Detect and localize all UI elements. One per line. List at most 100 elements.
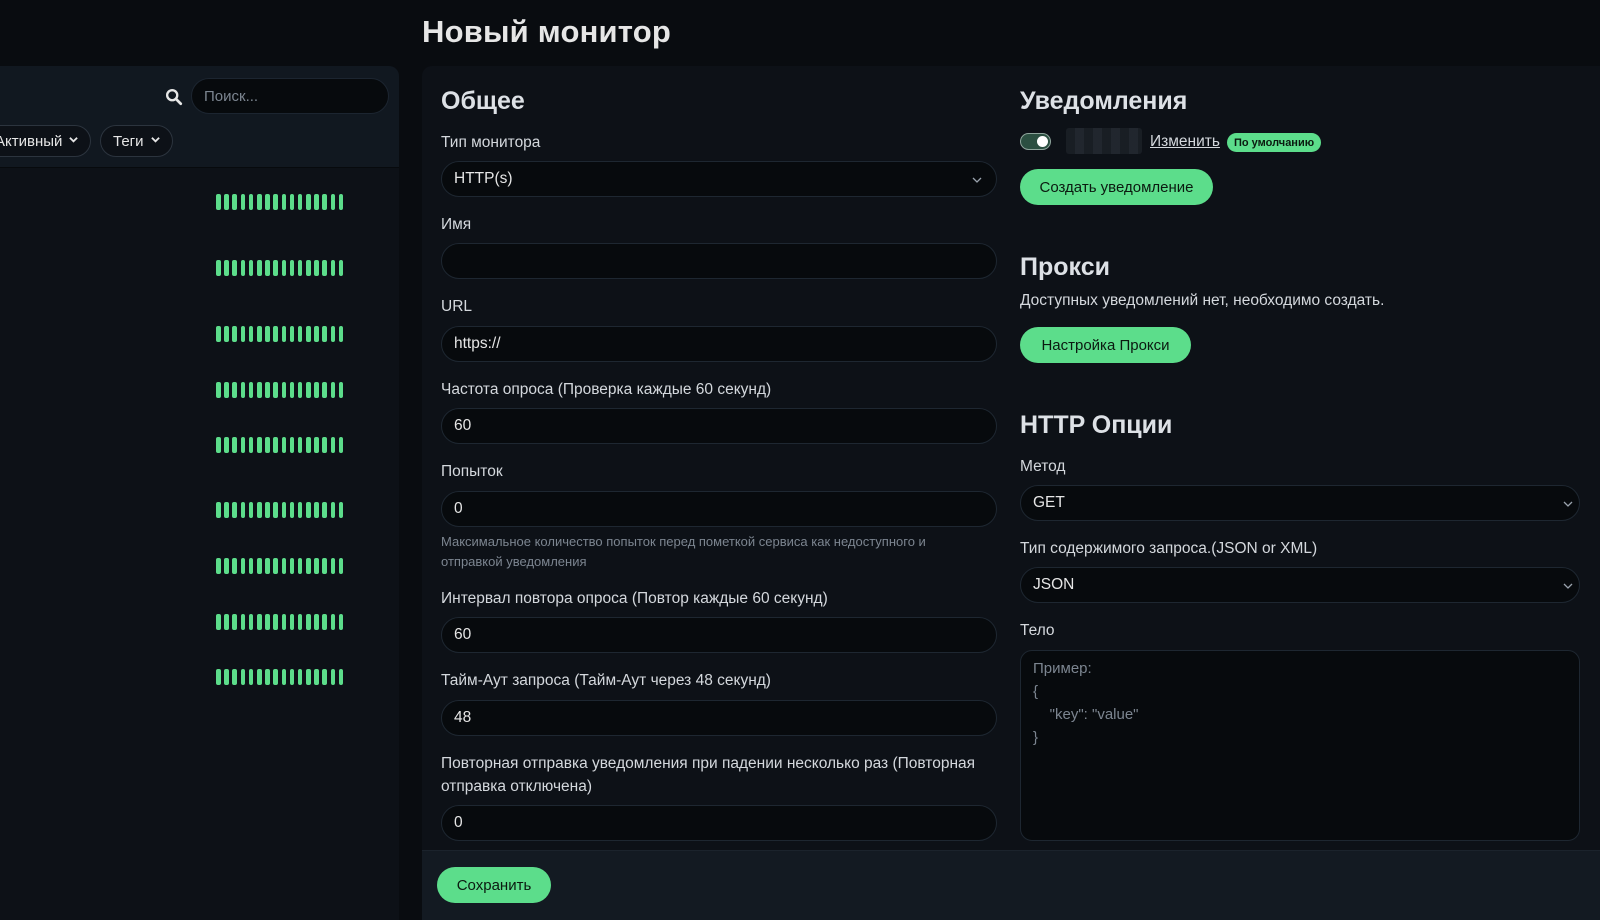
heartbeat-beat <box>232 558 237 574</box>
monitor-heartbeat-bar[interactable] <box>216 614 344 630</box>
retries-label: Попыток <box>441 463 503 480</box>
timeout-label: Тайм-Аут запроса (Тайм-Аут через 48 секу… <box>441 672 771 689</box>
heartbeat-beat <box>322 382 328 398</box>
heartbeat-beat <box>256 260 262 276</box>
url-input[interactable]: https:// <box>441 326 997 362</box>
heartbeat-beat <box>273 194 278 210</box>
retries-help-text: Максимальное количество попыток перед по… <box>441 534 926 569</box>
heartbeat-beat <box>322 669 328 685</box>
monitor-heartbeat-bar[interactable] <box>216 194 344 210</box>
body-encoding-label: Тип содержимого запроса.(JSON or XML) <box>1020 540 1318 557</box>
heartbeat-beat <box>338 614 344 630</box>
heartbeat-beat <box>248 260 254 276</box>
toggle-knob <box>1037 136 1048 147</box>
heartbeat-beat <box>330 194 336 210</box>
heartbeat-beat <box>248 326 254 342</box>
body-textarea[interactable]: Пример: { "key": "value" } <box>1020 650 1580 841</box>
heartbeat-beat <box>240 502 246 518</box>
chevron-down-icon <box>69 136 79 143</box>
method-select[interactable]: GET <box>1020 485 1580 521</box>
heartbeat-beat <box>248 614 254 630</box>
name-input[interactable] <box>441 243 997 279</box>
body-encoding-select[interactable]: JSON <box>1020 567 1580 603</box>
resend-value: 0 <box>454 814 463 831</box>
heartbeat-beat <box>248 382 254 398</box>
method-label: Метод <box>1020 458 1066 475</box>
heartbeat-beat <box>224 614 229 630</box>
retries-input[interactable]: 0 <box>441 491 997 527</box>
heartbeat-beat <box>322 260 328 276</box>
monitor-heartbeat-bar[interactable] <box>216 669 344 685</box>
timeout-input[interactable]: 48 <box>441 700 997 736</box>
heartbeat-beat <box>306 614 311 630</box>
heartbeat-beat <box>216 669 221 685</box>
heartbeat-beat <box>224 502 229 518</box>
heartbeat-beat <box>330 614 336 630</box>
search-input[interactable] <box>191 78 389 114</box>
heartbeat-beat <box>240 558 246 574</box>
timeout-value: 48 <box>454 709 472 726</box>
heartbeat-beat <box>224 382 229 398</box>
heartbeat-beat <box>297 326 303 342</box>
status-filter-dropdown[interactable]: Активный <box>0 125 92 157</box>
heartbeat-beat <box>216 194 221 210</box>
retry-interval-input[interactable]: 60 <box>441 617 997 653</box>
heartbeat-beat <box>273 669 278 685</box>
status-filter-label: Активный <box>0 132 63 150</box>
heartbeat-beat <box>322 614 328 630</box>
create-notification-button[interactable]: Создать уведомление <box>1020 169 1213 205</box>
heartbeat-beat <box>273 326 278 342</box>
monitor-heartbeat-bar[interactable] <box>216 326 344 342</box>
heartbeat-beat <box>265 502 270 518</box>
heartbeat-beat <box>265 437 270 453</box>
heartbeat-beat <box>289 502 295 518</box>
resend-label: Повторная отправка уведомления при паден… <box>441 755 976 795</box>
heartbeat-beat <box>281 614 287 630</box>
monitor-heartbeat-bar[interactable] <box>216 382 344 398</box>
heartbeat-beat <box>216 326 221 342</box>
monitor-heartbeat-bar[interactable] <box>216 558 344 574</box>
heartbeat-beat <box>306 502 311 518</box>
monitor-heartbeat-bar[interactable] <box>216 502 344 518</box>
heartbeat-beat <box>338 558 344 574</box>
heartbeat-beat <box>281 326 287 342</box>
heartbeat-beat <box>314 558 319 574</box>
interval-input[interactable]: 60 <box>441 408 997 444</box>
heartbeat-beat <box>256 502 262 518</box>
tags-filter-dropdown[interactable]: Теги <box>100 125 173 157</box>
monitor-type-select[interactable]: HTTP(s) <box>441 161 997 197</box>
body-encoding-value: JSON <box>1033 576 1075 593</box>
monitor-list-sidebar: Активный Теги <box>0 66 399 920</box>
heartbeat-beat <box>232 194 237 210</box>
heartbeat-beat <box>256 194 262 210</box>
heartbeat-beat <box>330 558 336 574</box>
monitor-heartbeat-bar[interactable] <box>216 260 344 276</box>
heartbeat-beat <box>338 437 344 453</box>
heartbeat-beat <box>273 437 278 453</box>
heartbeat-beat <box>330 326 336 342</box>
heartbeat-beat <box>273 382 278 398</box>
heartbeat-beat <box>240 382 246 398</box>
proxy-setup-button[interactable]: Настройка Прокси <box>1020 327 1191 363</box>
heartbeat-beat <box>216 260 221 276</box>
heartbeat-beat <box>216 558 221 574</box>
heartbeat-beat <box>297 437 303 453</box>
monitor-heartbeat-bar[interactable] <box>216 437 344 453</box>
monitor-type-label: Тип монитора <box>441 134 541 151</box>
heartbeat-beat <box>289 382 295 398</box>
heartbeat-beat <box>289 437 295 453</box>
heartbeat-beat <box>281 502 287 518</box>
heartbeat-beat <box>273 614 278 630</box>
resend-input[interactable]: 0 <box>441 805 997 841</box>
heartbeat-beat <box>330 669 336 685</box>
heartbeat-beat <box>338 502 344 518</box>
notification-toggle[interactable] <box>1020 133 1051 150</box>
save-button[interactable]: Сохранить <box>437 867 551 903</box>
monitor-form-card: Общее Тип монитора HTTP(s) Имя URL https… <box>422 66 1600 920</box>
body-label: Тело <box>1020 622 1055 639</box>
heartbeat-beat <box>240 326 246 342</box>
edit-notification-link[interactable]: Изменить <box>1150 133 1220 151</box>
general-section-title: Общее <box>441 87 525 115</box>
heartbeat-beat <box>256 614 262 630</box>
heartbeat-beat <box>273 502 278 518</box>
